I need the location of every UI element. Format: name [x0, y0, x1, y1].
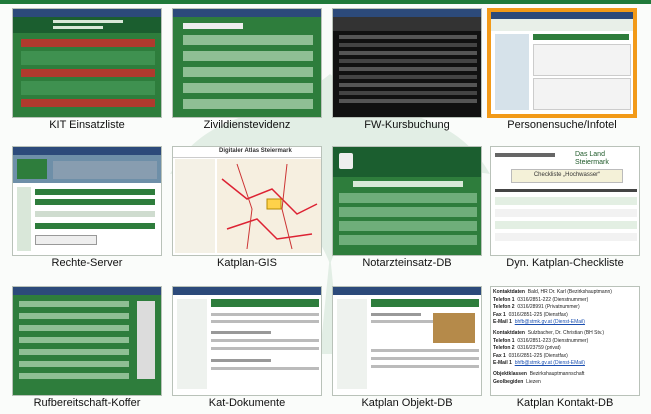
- caption-katplan-objekt-db: Katplan Objekt-DB: [361, 397, 453, 409]
- thumbnail-rechte-server[interactable]: Rechte-Server: [12, 146, 162, 269]
- contact-row: Telefon 1 0316/2851-223 (Dienstnummer): [493, 337, 589, 344]
- thumbnail-dyn-katplan-checkliste[interactable]: Das Land Steiermark Checkliste „Hochwass…: [490, 146, 640, 269]
- caption-personensuche-infotel: Personensuche/Infotel: [507, 119, 617, 131]
- steiermark-logo: Das Land Steiermark: [575, 151, 609, 166]
- thumbnail-katplan-gis[interactable]: Digitaler Atlas Steiermark Katplan-GIS: [172, 146, 322, 269]
- screenshot-katplan-objekt-db[interactable]: [332, 286, 482, 396]
- contact-row: Telefon 2 0316/28991 (Privatnummer): [493, 304, 580, 311]
- caption-rufbereitschaft-koffer: Rufbereitschaft-Koffer: [33, 397, 141, 409]
- thumbnail-katplan-objekt-db[interactable]: Katplan Objekt-DB: [332, 286, 482, 409]
- screenshot-rechte-server[interactable]: [12, 146, 162, 256]
- contact-row: Geolbegiden Liezen: [493, 378, 541, 385]
- caption-katplan-kontakt-db: Katplan Kontakt-DB: [516, 397, 614, 409]
- thumbnail-personensuche-infotel[interactable]: Personensuche/Infotel: [487, 8, 637, 131]
- contact-row: Kontaktdaten Sulzbacher, Dr. Christian (…: [493, 329, 605, 336]
- thumbnail-katplan-kontakt-db[interactable]: Kontaktdaten Bald, HR Dr. Karl (Bezirksh…: [490, 286, 640, 409]
- thumbnail-notarzteinsatz-db[interactable]: Notarzteinsatz-DB: [332, 146, 482, 269]
- checklist-heading: Checkliste „Hochwasser“: [533, 172, 601, 178]
- gis-title: Digitaler Atlas Steiermark: [219, 148, 292, 154]
- screenshot-katplan-gis[interactable]: Digitaler Atlas Steiermark: [172, 146, 322, 256]
- screenshot-kit-einsatzliste[interactable]: [12, 8, 162, 118]
- caption-notarzteinsatz-db: Notarzteinsatz-DB: [362, 257, 452, 269]
- caption-dyn-katplan-checkliste: Dyn. Katplan-Checkliste: [506, 257, 624, 269]
- contact-row: E-Mail 1 bhfb@stmk.gv.at (Dienst-EMail): [493, 360, 585, 367]
- thumbnail-zivildienstevidenz[interactable]: Zivildienstevidenz: [172, 8, 322, 131]
- caption-kat-dokumente: Kat-Dokumente: [208, 397, 286, 409]
- screenshot-kat-dokumente[interactable]: [172, 286, 322, 396]
- thumbnail-kit-einsatzliste[interactable]: KIT Einsatzliste: [12, 8, 162, 131]
- thumbnail-fw-kursbuchung[interactable]: FW-Kursbuchung: [332, 8, 482, 131]
- screenshot-katplan-kontakt-db[interactable]: Kontaktdaten Bald, HR Dr. Karl (Bezirksh…: [490, 286, 640, 396]
- screenshot-rufbereitschaft-koffer[interactable]: [12, 286, 162, 396]
- contact-row: Telefon 1 0316/2851-222 (Dienstnummer): [493, 296, 589, 303]
- contact-row: E-Mail 1 bhfb@stmk.gv.at (Dienst-EMail): [493, 319, 585, 326]
- thumbnail-rufbereitschaft-koffer[interactable]: Rufbereitschaft-Koffer: [12, 286, 162, 409]
- gis-map[interactable]: [217, 159, 321, 253]
- caption-kit-einsatzliste: KIT Einsatzliste: [49, 119, 125, 131]
- contact-table: Kontaktdaten Bald, HR Dr. Karl (Bezirksh…: [493, 289, 637, 386]
- screenshot-dyn-katplan-checkliste[interactable]: Das Land Steiermark Checkliste „Hochwass…: [490, 146, 640, 256]
- contact-row: Fax 1 0316/2851-225 (Dienstfax): [493, 352, 568, 359]
- contact-row: Telefon 2 0316/23759 (privat): [493, 345, 561, 352]
- caption-katplan-gis: Katplan-GIS: [217, 257, 277, 269]
- screenshot-fw-kursbuchung[interactable]: [332, 8, 482, 118]
- caption-fw-kursbuchung: FW-Kursbuchung: [364, 119, 450, 131]
- thumbnail-gallery: KIT Einsatzliste Zivildienstevidenz FW-K…: [0, 4, 651, 414]
- contact-row: Kontaktdaten Bald, HR Dr. Karl (Bezirksh…: [493, 289, 612, 295]
- caption-rechte-server: Rechte-Server: [51, 257, 123, 269]
- caption-zivildienstevidenz: Zivildienstevidenz: [203, 119, 291, 131]
- contact-row: Fax 1 0316/2851-225 (Dienstfax): [493, 311, 568, 318]
- thumbnail-kat-dokumente[interactable]: Kat-Dokumente: [172, 286, 322, 409]
- screenshot-notarzteinsatz-db[interactable]: [332, 146, 482, 256]
- screenshot-zivildienstevidenz[interactable]: [172, 8, 322, 118]
- screenshot-personensuche-infotel[interactable]: [487, 8, 637, 118]
- contact-row: Objektklassen Bezirkshauptmannschaft: [493, 370, 585, 377]
